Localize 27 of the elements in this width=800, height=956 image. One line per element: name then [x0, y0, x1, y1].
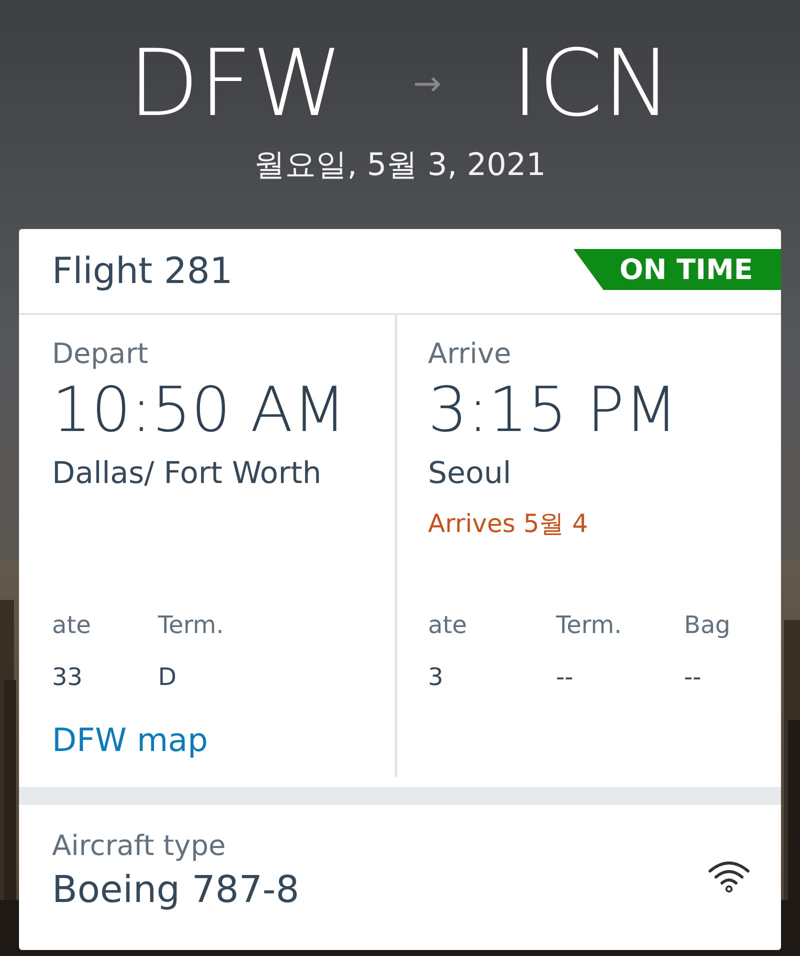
info-value: D: [158, 663, 178, 691]
info-label: ate: [428, 611, 468, 639]
arrival-city: Seoul: [428, 456, 512, 491]
origin-code: DFW: [128, 30, 344, 138]
flight-number: Flight 281: [51, 250, 233, 292]
info-label: Term.: [556, 611, 623, 639]
info-value: --: [684, 663, 702, 691]
info-label: Bag: [684, 611, 732, 639]
flight-date: 월요일, 5월 3, 2021: [254, 146, 546, 185]
info-value: 3: [428, 663, 444, 691]
wifi-icon: [707, 859, 751, 893]
departure-city: Dallas/ Fort Worth: [52, 456, 322, 491]
info-label: ate: [52, 611, 92, 639]
aircraft-type: Boeing 787-8: [52, 868, 300, 911]
info-value: --: [556, 663, 574, 691]
destination-code: ICN: [512, 30, 672, 138]
departure-label: Depart: [52, 337, 150, 370]
arrival-date-note: Arrives 5월 4: [428, 508, 590, 540]
map-link[interactable]: DFW map: [52, 721, 208, 759]
departure-time: 10:50 AM: [52, 372, 348, 448]
info-label: Term.: [158, 611, 225, 639]
status-badge: ON TIME: [574, 249, 781, 290]
aircraft-label: Aircraft type: [52, 829, 227, 862]
arrival-label: Arrive: [428, 337, 512, 370]
info-value: 33: [52, 663, 84, 691]
arrow-icon: →: [413, 64, 442, 104]
arrival-time: 3:15 PM: [428, 372, 679, 448]
